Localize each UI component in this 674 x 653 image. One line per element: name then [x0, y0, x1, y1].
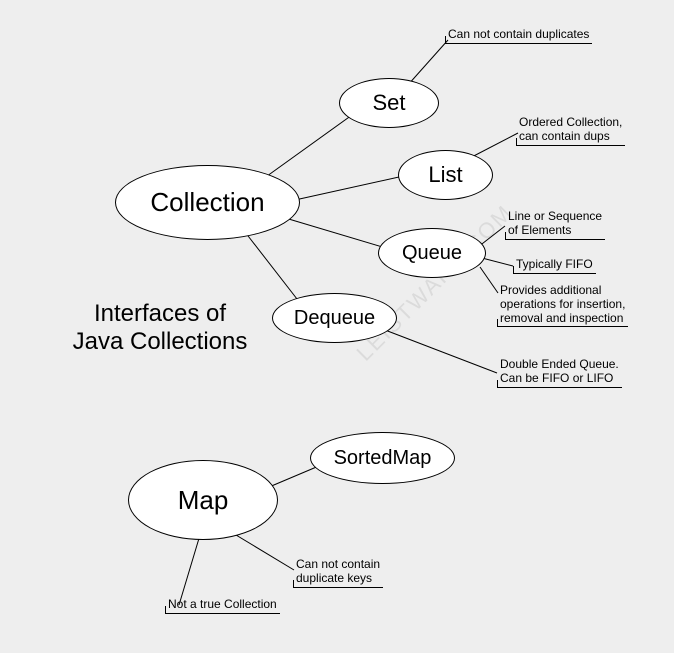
node-collection: Collection [115, 165, 300, 240]
title-line-1: Interfaces of [40, 300, 280, 328]
node-map: Map [128, 460, 278, 540]
node-set: Set [339, 78, 439, 128]
node-queue: Queue [378, 228, 486, 278]
note-dequeue: Double Ended Queue. Can be FIFO or LIFO [497, 358, 622, 388]
node-dequeue: Dequeue [272, 293, 397, 343]
note-set: Can not contain duplicates [445, 28, 592, 44]
node-list: List [398, 150, 493, 200]
title-line-2: Java Collections [40, 328, 280, 356]
diagram-title: Interfaces of Java Collections [40, 300, 280, 356]
note-queue-1: Line or Sequence of Elements [505, 210, 605, 240]
note-queue-3: Provides additional operations for inser… [497, 284, 628, 327]
note-list: Ordered Collection, can contain dups [516, 116, 625, 146]
node-sortedmap: SortedMap [310, 432, 455, 484]
note-map-2: Not a true Collection [165, 598, 280, 614]
note-map-1: Can not contain duplicate keys [293, 558, 383, 588]
note-queue-2: Typically FIFO [513, 258, 596, 274]
